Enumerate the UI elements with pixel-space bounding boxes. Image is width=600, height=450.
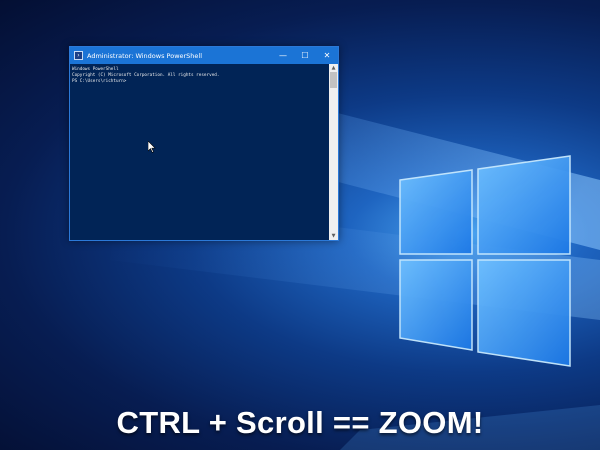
minimize-button[interactable]: — <box>272 47 294 64</box>
mouse-pointer-icon <box>148 141 156 153</box>
console-prompt[interactable]: PS C:\Users\richturn> <box>72 79 329 85</box>
scrollbar-thumb[interactable] <box>330 72 337 88</box>
vertical-scrollbar[interactable]: ▲ ▼ <box>329 64 338 240</box>
zoom-caption: CTRL + Scroll == ZOOM! <box>116 405 484 440</box>
close-button[interactable]: ✕ <box>316 47 338 64</box>
console-output[interactable]: Windows PowerShell Copyright (C) Microsof… <box>70 64 329 240</box>
powershell-icon: › <box>74 51 83 60</box>
title-bar[interactable]: › Administrator: Windows PowerShell — ☐ … <box>70 47 338 64</box>
maximize-button[interactable]: ☐ <box>294 47 316 64</box>
window-title: Administrator: Windows PowerShell <box>87 51 203 60</box>
scroll-up-icon[interactable]: ▲ <box>329 64 338 72</box>
powershell-window[interactable]: › Administrator: Windows PowerShell — ☐ … <box>69 46 339 241</box>
scroll-down-icon[interactable]: ▼ <box>329 232 338 240</box>
